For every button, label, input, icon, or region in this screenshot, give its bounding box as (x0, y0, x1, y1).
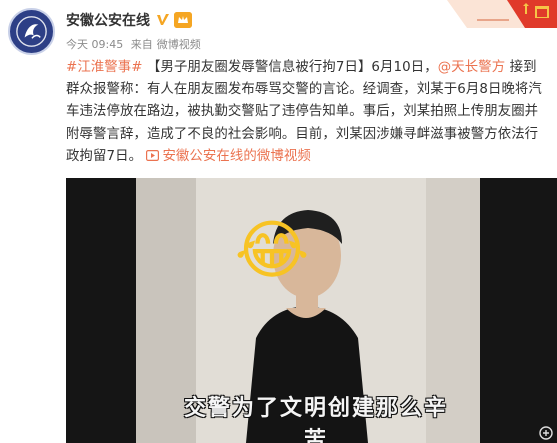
post-text-part1: 【男子朋友圈发辱警信息被行拘7日】6月10日， (142, 60, 438, 75)
author-name[interactable]: 安徽公安在线 (66, 10, 150, 30)
emoji-sticker: 😂 (234, 214, 310, 288)
post-time[interactable]: 今天 09:45 (66, 38, 123, 51)
watermark-logo-icon (539, 426, 553, 440)
post-meta: 今天 09:45 来自 微博视频 (66, 36, 205, 52)
source-prefix: 来自 (130, 38, 153, 51)
video-link-label: 安徽公安在线的微博视频 (162, 148, 311, 164)
member-icon[interactable] (174, 12, 192, 28)
video-caption: 交警为了文明创建那么辛苦 (183, 396, 448, 443)
mention-link[interactable]: @天长警方 (438, 60, 505, 75)
topic-link[interactable]: #江淮警事# (66, 60, 143, 75)
banner-flag (447, 0, 557, 28)
post-text: #江淮警事# 【男子朋友圈发辱警信息被行拘7日】6月10日，@天长警方 接到群众… (66, 57, 550, 168)
avatar[interactable] (8, 8, 55, 55)
post-source[interactable]: 微博视频 (157, 38, 201, 51)
video-player[interactable]: 😂 交警为了文明创建那么辛苦 (66, 178, 557, 443)
watermark (539, 426, 553, 440)
video-link[interactable]: 安徽公安在线的微博视频 (146, 148, 311, 164)
link-video-icon (146, 149, 160, 161)
author-row: 安徽公安在线 (66, 10, 192, 30)
verified-icon (155, 12, 171, 28)
